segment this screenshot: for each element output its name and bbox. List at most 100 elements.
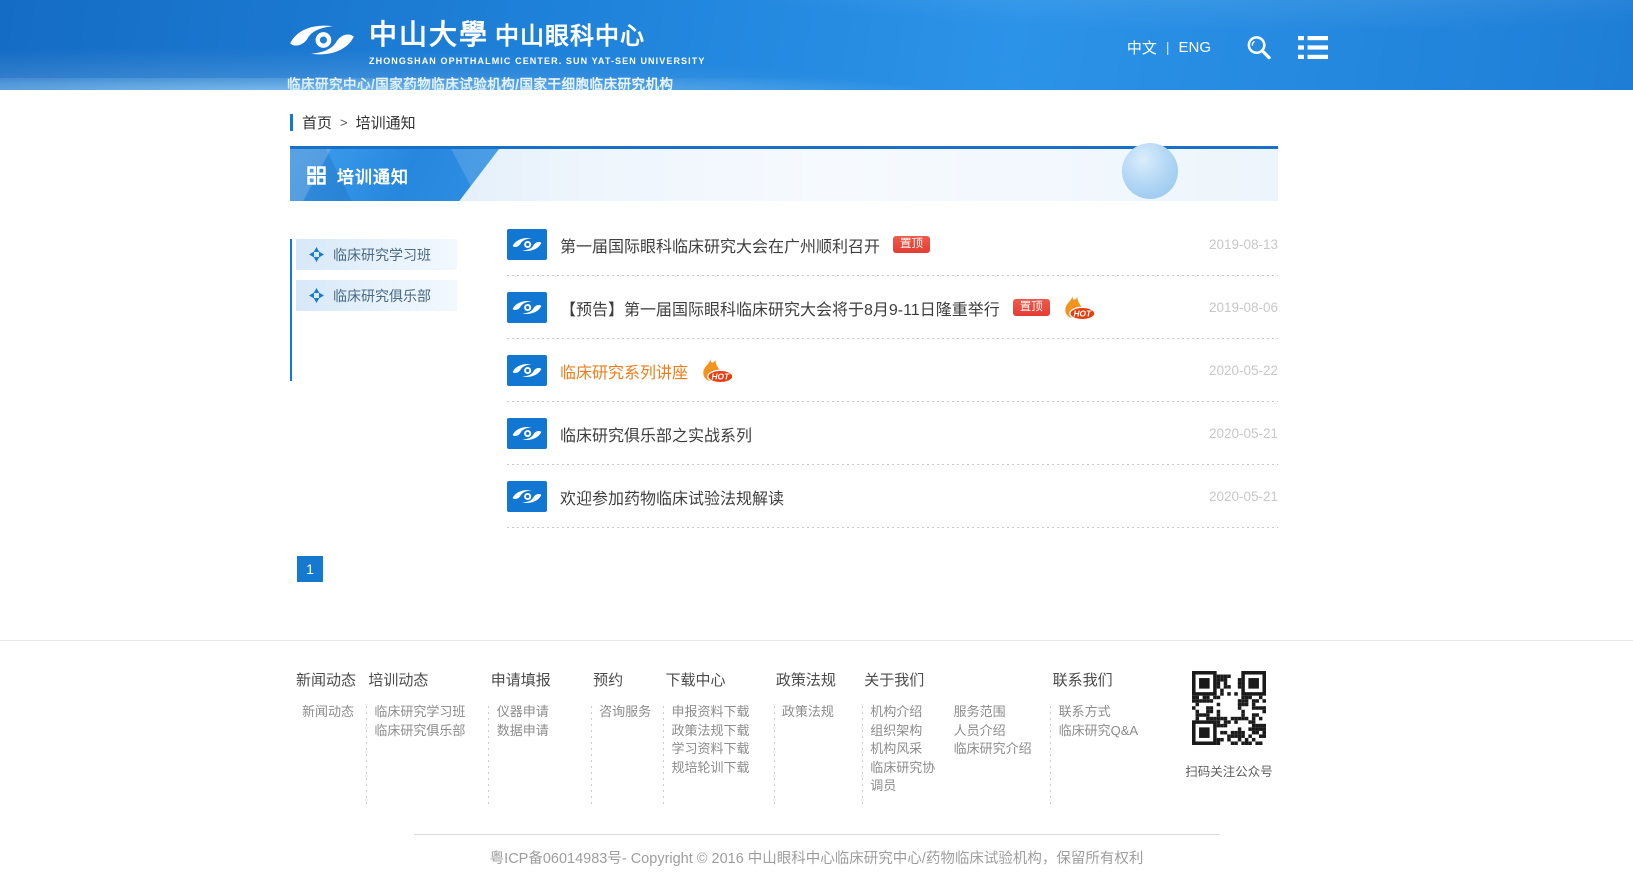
page-title: 培训通知: [337, 163, 409, 188]
footer-link[interactable]: 数据申请: [497, 722, 583, 741]
pinned-badge: 置顶: [1013, 299, 1050, 317]
news-eye-icon: [507, 355, 547, 386]
news-eye-icon: [507, 292, 547, 323]
search-icon[interactable]: [1245, 34, 1272, 61]
footer-link[interactable]: 服务范围: [954, 703, 1043, 722]
footer-link[interactable]: 机构介绍: [870, 703, 937, 722]
news-eye-icon: [507, 418, 547, 449]
news-title[interactable]: 【预告】第一届国际眼科临床研究大会将于8月9-11日隆重举行: [560, 296, 1000, 320]
logo-english-name: ZHONGSHAN OPHTHALMIC CENTER. SUN YAT-SEN…: [369, 56, 705, 66]
sidebar-item-2[interactable]: 临床研究俱乐部: [296, 280, 457, 311]
footer-col-title[interactable]: 预约: [593, 669, 655, 690]
lang-switch-en[interactable]: ENG: [1178, 39, 1211, 56]
news-item-5[interactable]: 欢迎参加药物临床试验法规解读 2020-05-21: [507, 465, 1278, 528]
breadcrumb: 首页 > 培训通知: [290, 90, 1278, 133]
qr-block: 扫码关注公众号: [1181, 669, 1277, 834]
site-header: 中山大學 中山眼科中心 ZHONGSHAN OPHTHALMIC CENTER.…: [0, 0, 1633, 90]
site-logo[interactable]: 中山大學 中山眼科中心 ZHONGSHAN OPHTHALMIC CENTER.…: [287, 0, 705, 90]
footer-link[interactable]: 临床研究俱乐部: [374, 722, 480, 741]
news-title[interactable]: 欢迎参加药物临床试验法规解读: [560, 485, 784, 509]
cross-icon: [309, 288, 324, 303]
sidebar-item-1[interactable]: 临床研究学习班: [296, 239, 457, 270]
news-eye-icon: [507, 229, 547, 260]
news-date: 2019-08-13: [1209, 237, 1278, 252]
news-date: 2020-05-21: [1209, 489, 1278, 504]
footer-col-title[interactable]: 政策法规: [776, 669, 854, 690]
eye-logo-icon: [287, 21, 357, 59]
footer-col-6: 政策法规政策法规: [776, 669, 854, 834]
page-button-1[interactable]: 1: [297, 556, 323, 582]
footer-col-4: 预约咨询服务: [593, 669, 655, 834]
footer-link[interactable]: 政策法规下载: [672, 722, 766, 741]
footer-link[interactable]: 联系方式: [1059, 703, 1171, 722]
svg-text:HOT: HOT: [712, 371, 731, 381]
footer-link[interactable]: 临床研究学习班: [374, 703, 480, 722]
news-item-1[interactable]: 第一届国际眼科临床研究大会在广州顺利召开置顶 2019-08-13: [507, 213, 1278, 276]
news-title[interactable]: 临床研究系列讲座: [560, 359, 688, 383]
logo-center-name: 中山眼科中心: [495, 16, 645, 51]
logo-subtitle: 临床研究中心/国家药物临床试验机构/国家干细胞临床研究机构: [287, 73, 705, 93]
site-footer: 新闻动态新闻动态培训动态临床研究学习班临床研究俱乐部申请填报仪器申请数据申请预约…: [0, 640, 1633, 880]
footer-link[interactable]: 咨询服务: [599, 703, 655, 722]
breadcrumb-home-link[interactable]: 首页: [302, 112, 332, 133]
news-item-2[interactable]: 【预告】第一届国际眼科临床研究大会将于8月9-11日隆重举行置顶 HOT 2019-…: [507, 276, 1278, 339]
footer-col-7: 关于我们机构介绍组织架构机构风采临床研究协调员 服务范围人员介绍临床研究介绍: [864, 669, 1042, 834]
page: 中山大學 中山眼科中心 ZHONGSHAN OPHTHALMIC CENTER.…: [0, 0, 1633, 880]
news-date: 2020-05-22: [1209, 363, 1278, 378]
footer-col-title[interactable]: 下载中心: [666, 669, 766, 690]
menu-icon[interactable]: [1298, 36, 1328, 59]
news-eye-icon: [507, 481, 547, 512]
logo-university-name: 中山大學: [369, 13, 489, 53]
hot-flame-icon: HOT: [1059, 294, 1096, 321]
pagination: 1: [290, 556, 1278, 582]
sidebar-item-label: 临床研究俱乐部: [333, 286, 431, 306]
footer-link[interactable]: 新闻动态: [302, 703, 358, 722]
news-title[interactable]: 临床研究俱乐部之实战系列: [560, 422, 752, 446]
cross-icon: [309, 247, 324, 262]
news-date: 2019-08-06: [1209, 300, 1278, 315]
news-item-4[interactable]: 临床研究俱乐部之实战系列 2020-05-21: [507, 402, 1278, 465]
footer-link[interactable]: 学习资料下载: [672, 740, 766, 759]
footer-link[interactable]: 临床研究Q&A: [1059, 722, 1171, 741]
breadcrumb-current: 培训通知: [356, 112, 416, 133]
news-date: 2020-05-21: [1209, 426, 1278, 441]
pinned-badge: 置顶: [893, 236, 930, 254]
lang-switch-zh[interactable]: 中文: [1127, 37, 1157, 58]
footer-link[interactable]: 机构风采: [870, 740, 937, 759]
lang-separator: |: [1166, 39, 1170, 55]
copyright-text: 粤ICP备06014983号- Copyright © 2016 中山眼科中心临…: [490, 851, 1144, 867]
copyright-bar: 粤ICP备06014983号- Copyright © 2016 中山眼科中心临…: [0, 834, 1633, 880]
footer-col-title[interactable]: 新闻动态: [296, 669, 358, 690]
footer-link[interactable]: 规培轮训下载: [672, 759, 766, 778]
footer-link[interactable]: 组织架构: [870, 722, 937, 741]
decorative-circle: [1122, 143, 1178, 199]
header-controls: 中文 | ENG: [1127, 0, 1328, 90]
qr-caption: 扫码关注公众号: [1181, 761, 1277, 780]
footer-col-1: 新闻动态新闻动态: [296, 669, 358, 834]
footer-col-title[interactable]: 联系我们: [1053, 669, 1171, 690]
footer-col-8: 联系我们联系方式临床研究Q&A: [1053, 669, 1171, 834]
footer-col-title[interactable]: 关于我们: [864, 669, 1042, 690]
footer-col-5: 下载中心申报资料下载政策法规下载学习资料下载规培轮训下载: [666, 669, 766, 834]
qr-code: [1190, 669, 1268, 747]
footer-col-title[interactable]: 申请填报: [491, 669, 583, 690]
footer-link[interactable]: 政策法规: [782, 703, 854, 722]
svg-text:HOT: HOT: [1073, 308, 1092, 318]
sidebar-item-label: 临床研究学习班: [333, 245, 431, 265]
footer-link[interactable]: 临床研究介绍: [954, 740, 1043, 759]
footer-link[interactable]: 仪器申请: [497, 703, 583, 722]
grid-icon: [307, 166, 326, 185]
footer-col-3: 申请填报仪器申请数据申请: [491, 669, 583, 834]
news-title[interactable]: 第一届国际眼科临床研究大会在广州顺利召开: [560, 233, 880, 257]
breadcrumb-accent-bar: [290, 114, 293, 131]
page-banner: 培训通知: [290, 146, 1278, 201]
footer-col-2: 培训动态临床研究学习班临床研究俱乐部: [368, 669, 480, 834]
footer-link[interactable]: 申报资料下载: [672, 703, 766, 722]
footer-link[interactable]: 临床研究协调员: [870, 759, 937, 796]
news-item-3[interactable]: 临床研究系列讲座 HOT 2020-05-22: [507, 339, 1278, 402]
footer-link[interactable]: 人员介绍: [954, 722, 1043, 741]
hot-flame-icon: HOT: [697, 357, 734, 384]
news-list: 第一届国际眼科临床研究大会在广州顺利召开置顶2019-08-13【预告】第一届国…: [507, 213, 1278, 528]
footer-col-title[interactable]: 培训动态: [368, 669, 480, 690]
breadcrumb-separator: >: [340, 115, 348, 130]
